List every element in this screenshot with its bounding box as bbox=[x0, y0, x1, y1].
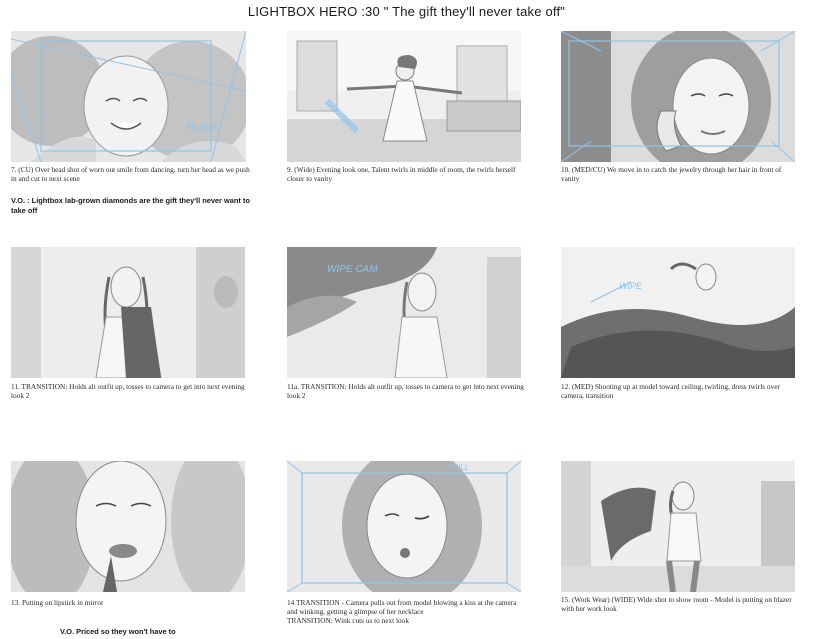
panel-11a-annotation: WIPE CAM bbox=[327, 264, 378, 275]
panel-11-caption: 11. TRANSITION: Holds alt outfit up, tos… bbox=[11, 382, 245, 400]
panel-7-image: PUSH bbox=[11, 31, 246, 162]
panel-11-sketch bbox=[11, 247, 245, 378]
panel-9-sketch bbox=[287, 31, 521, 162]
panel-12-caption: 12. (MED) Shooting up at model toward ce… bbox=[561, 382, 780, 400]
panel-11-image bbox=[11, 247, 245, 378]
voiceover-2: V.O. Priced so they won't have to bbox=[60, 627, 176, 636]
panel-7-sketch: PUSH bbox=[11, 31, 246, 162]
panel-15-caption: 15. (Work Wear) (WIDE) Wide shot to show… bbox=[561, 595, 792, 613]
panel-10-caption: 10. (MED/CU) We move in to catch the jew… bbox=[561, 165, 782, 183]
panel-14-sketch: PULL bbox=[287, 461, 521, 592]
panel-10-sketch bbox=[561, 31, 795, 162]
panel-13-caption: 13. Putting on lipstick in mirror bbox=[11, 598, 104, 607]
panel-13-sketch bbox=[11, 461, 245, 592]
storyboard-title: LIGHTBOX HERO :30 " The gift they'll nev… bbox=[247, 4, 566, 19]
panel-12-sketch: WIPE bbox=[561, 247, 795, 378]
panel-11a-image: WIPE CAM bbox=[287, 247, 521, 378]
panel-14-caption: 14 TRANSITION - Camera pulls out from mo… bbox=[287, 598, 517, 625]
panel-14-annotation: PULL bbox=[449, 463, 469, 472]
panel-7-annotation: PUSH bbox=[186, 122, 217, 134]
voiceover-1: V.O. : Lightbox lab-grown diamonds are t… bbox=[11, 196, 250, 215]
panel-14-image: PULL bbox=[287, 461, 521, 592]
panel-15-image bbox=[561, 461, 795, 592]
panel-11a-caption: 11a. TRANSITION: Holds alt outfit up, to… bbox=[287, 382, 524, 400]
panel-9-image bbox=[287, 31, 521, 162]
panel-13-image bbox=[11, 461, 245, 592]
panel-9-caption: 9. (Wide) Evening look one, Talent twirl… bbox=[287, 165, 516, 183]
panel-10-image bbox=[561, 31, 795, 162]
panel-12-image: WIPE bbox=[561, 247, 795, 378]
panel-11a-sketch: WIPE CAM bbox=[287, 247, 521, 378]
panel-15-sketch bbox=[561, 461, 795, 592]
panel-12-annotation: WIPE bbox=[619, 281, 643, 291]
panel-7-caption: 7. (CU) Over head shot of worn out smile… bbox=[11, 165, 250, 183]
